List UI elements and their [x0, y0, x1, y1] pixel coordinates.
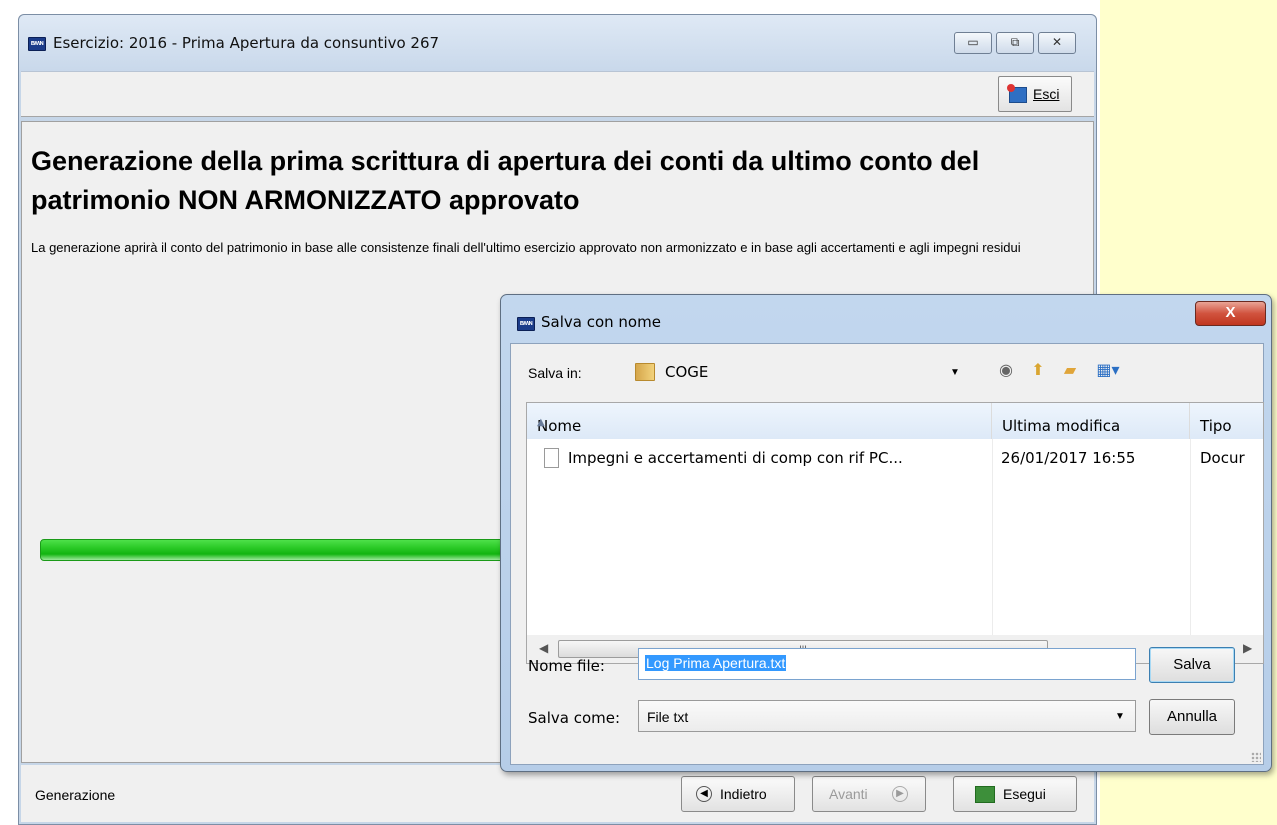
maximize-icon: ⧉ — [1010, 35, 1020, 49]
avanti-button[interactable]: Avanti ▶ — [812, 776, 926, 812]
nome-file-label: Nome file: — [528, 657, 605, 675]
indietro-button[interactable]: ◀ Indietro — [681, 776, 795, 812]
scroll-right-icon[interactable]: ▶ — [1243, 641, 1252, 655]
page-description: La generazione aprirà il conto del patri… — [31, 240, 1021, 255]
folder-select[interactable]: COGE ▼ — [622, 356, 976, 388]
column-header-nome[interactable]: Nome ▲ — [527, 403, 992, 439]
maximize-button[interactable]: ⧉ — [996, 32, 1034, 54]
close-icon: ✕ — [1051, 35, 1063, 49]
file-name-input[interactable]: Log Prima Apertura.txt — [638, 648, 1136, 680]
view-menu-icon[interactable]: ▦▾ — [1091, 360, 1125, 382]
file-name: Impegni e accertamenti di comp con rif P… — [568, 449, 903, 467]
text-document-icon — [544, 448, 559, 468]
up-folder-icon[interactable]: ⬆ — [1027, 360, 1049, 382]
file-type-select[interactable]: File txt ▼ — [638, 700, 1136, 732]
dialog-close-button[interactable]: X — [1195, 301, 1266, 326]
avanti-label: Avanti — [829, 786, 868, 802]
app-logo-icon: ʙʍɴ — [28, 37, 46, 51]
file-modified: 26/01/2017 16:55 — [1001, 449, 1136, 467]
column-header-ultima-modifica[interactable]: Ultima modifica — [992, 403, 1190, 439]
main-title-bar[interactable]: ʙʍɴ Esercizio: 2016 - Prima Apertura da … — [19, 15, 1096, 75]
indietro-label: Indietro — [720, 786, 767, 802]
status-bar: Generazione ◀ Indietro Avanti ▶ Esegui — [21, 765, 1094, 822]
save-as-dialog: ʙʍɴ Salva con nome X Salva in: COGE ▼ ◉ … — [500, 294, 1272, 772]
file-list[interactable]: Nome ▲ Ultima modifica Tipo Impegni e ac… — [526, 402, 1264, 664]
execute-icon — [975, 786, 995, 803]
minimize-button[interactable]: ▭ — [954, 32, 992, 54]
file-type: Docur — [1200, 449, 1245, 467]
current-folder: COGE — [665, 363, 709, 381]
chevron-down-icon[interactable]: ▼ — [950, 367, 960, 378]
esegui-label: Esegui — [1003, 786, 1046, 802]
exit-icon — [1007, 84, 1027, 103]
new-folder-icon[interactable]: ▰ — [1059, 360, 1081, 382]
resize-grip-icon[interactable] — [1251, 752, 1261, 762]
esegui-button[interactable]: Esegui — [953, 776, 1077, 812]
column-header-tipo[interactable]: Tipo — [1190, 403, 1263, 439]
annulla-button[interactable]: Annulla — [1149, 699, 1235, 735]
folder-icon — [635, 363, 655, 381]
dialog-logo-icon: ʙʍɴ — [517, 317, 535, 331]
back-icon[interactable]: ◉ — [995, 360, 1017, 382]
sort-ascending-icon: ▲ — [537, 417, 545, 428]
file-type-value: File txt — [647, 709, 689, 725]
window-title: Esercizio: 2016 - Prima Apertura da cons… — [53, 34, 440, 52]
toolbar: Esci — [21, 71, 1094, 117]
close-button[interactable]: ✕ — [1038, 32, 1076, 54]
salva-come-label: Salva come: — [528, 709, 621, 727]
dialog-title: Salva con nome — [541, 313, 661, 331]
scroll-left-icon[interactable]: ◀ — [539, 641, 548, 655]
status-text: Generazione — [35, 787, 116, 803]
dialog-body: Salva in: COGE ▼ ◉ ⬆ ▰ ▦▾ Nome ▲ Ultima … — [510, 343, 1264, 765]
minimize-icon: ▭ — [967, 35, 979, 49]
forward-arrow-icon: ▶ — [892, 786, 908, 802]
window-controls: ▭ ⧉ ✕ — [954, 32, 1076, 54]
file-row[interactable]: Impegni e accertamenti di comp con rif P… — [527, 440, 1263, 474]
column-label-tipo: Tipo — [1200, 417, 1232, 435]
salva-in-label: Salva in: — [528, 365, 582, 381]
esci-label: Esci — [1033, 86, 1060, 102]
back-arrow-icon: ◀ — [696, 786, 712, 802]
page-title: Generazione della prima scrittura di ape… — [31, 146, 980, 215]
file-name-value: Log Prima Apertura.txt — [645, 655, 787, 671]
esci-button[interactable]: Esci — [998, 76, 1072, 112]
column-label-ultima-modifica: Ultima modifica — [1002, 417, 1121, 435]
dialog-toolbar: ◉ ⬆ ▰ ▦▾ — [995, 360, 1125, 382]
salva-button[interactable]: Salva — [1149, 647, 1235, 683]
chevron-down-icon[interactable]: ▼ — [1115, 711, 1125, 722]
